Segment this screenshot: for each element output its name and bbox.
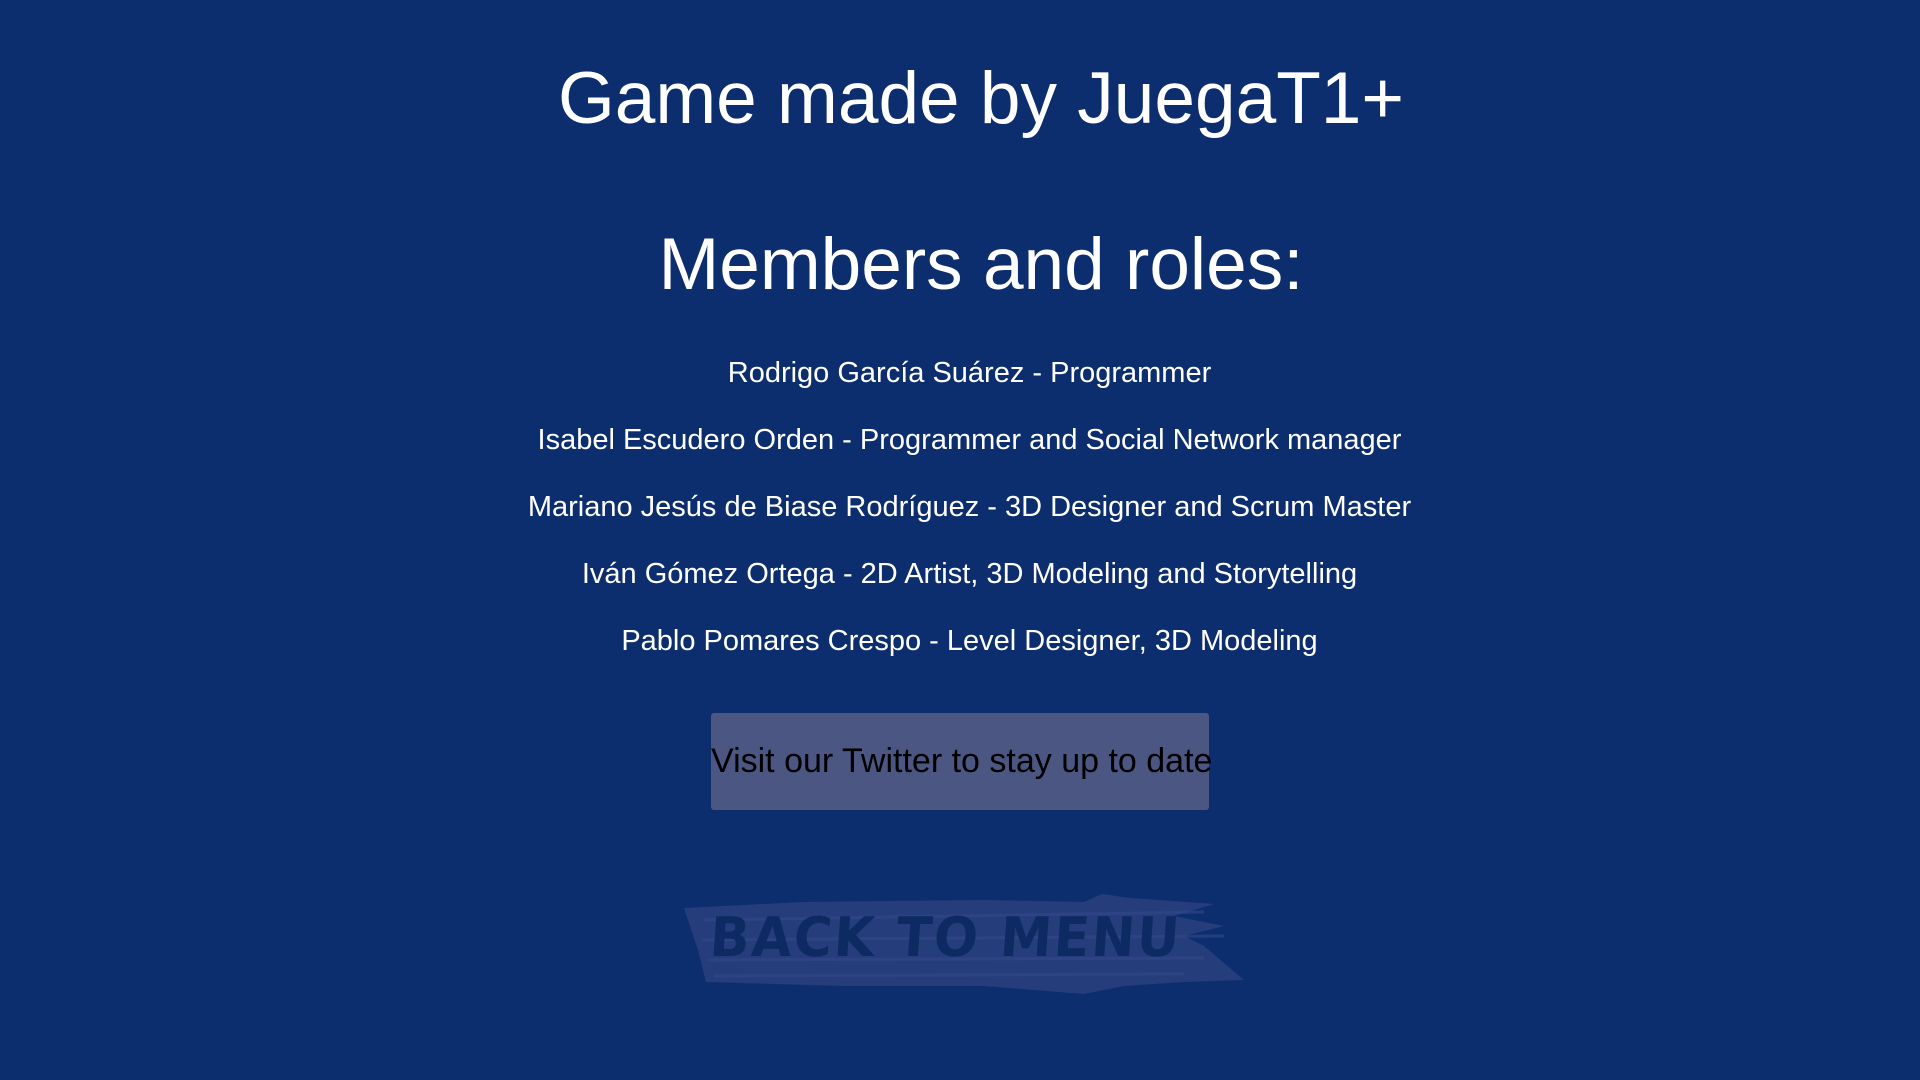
member-entry: Pablo Pomares Crespo - Level Designer, 3… (621, 625, 1318, 657)
members-heading: Members and roles: (658, 224, 1304, 305)
credits-title: Game made by JuegaT1+ (557, 58, 1405, 139)
member-entry: Iván Gómez Ortega - 2D Artist, 3D Modeli… (581, 558, 1358, 590)
back-to-menu-label: BACK TO MENU (707, 906, 1184, 970)
member-list: Rodrigo García Suárez - Programmer Isabe… (0, 354, 1920, 689)
credits-screen: Game made by JuegaT1+ Members and roles:… (0, 0, 1920, 1080)
member-entry: Mariano Jesús de Biase Rodríguez - 3D De… (527, 491, 1412, 523)
twitter-button[interactable]: Visit our Twitter to stay up to date (711, 713, 1212, 810)
member-entry: Isabel Escudero Orden - Programmer and S… (537, 424, 1402, 456)
member-entry: Rodrigo García Suárez - Programmer (727, 357, 1212, 389)
back-to-menu-button[interactable]: BACK TO MENU (684, 890, 1254, 996)
